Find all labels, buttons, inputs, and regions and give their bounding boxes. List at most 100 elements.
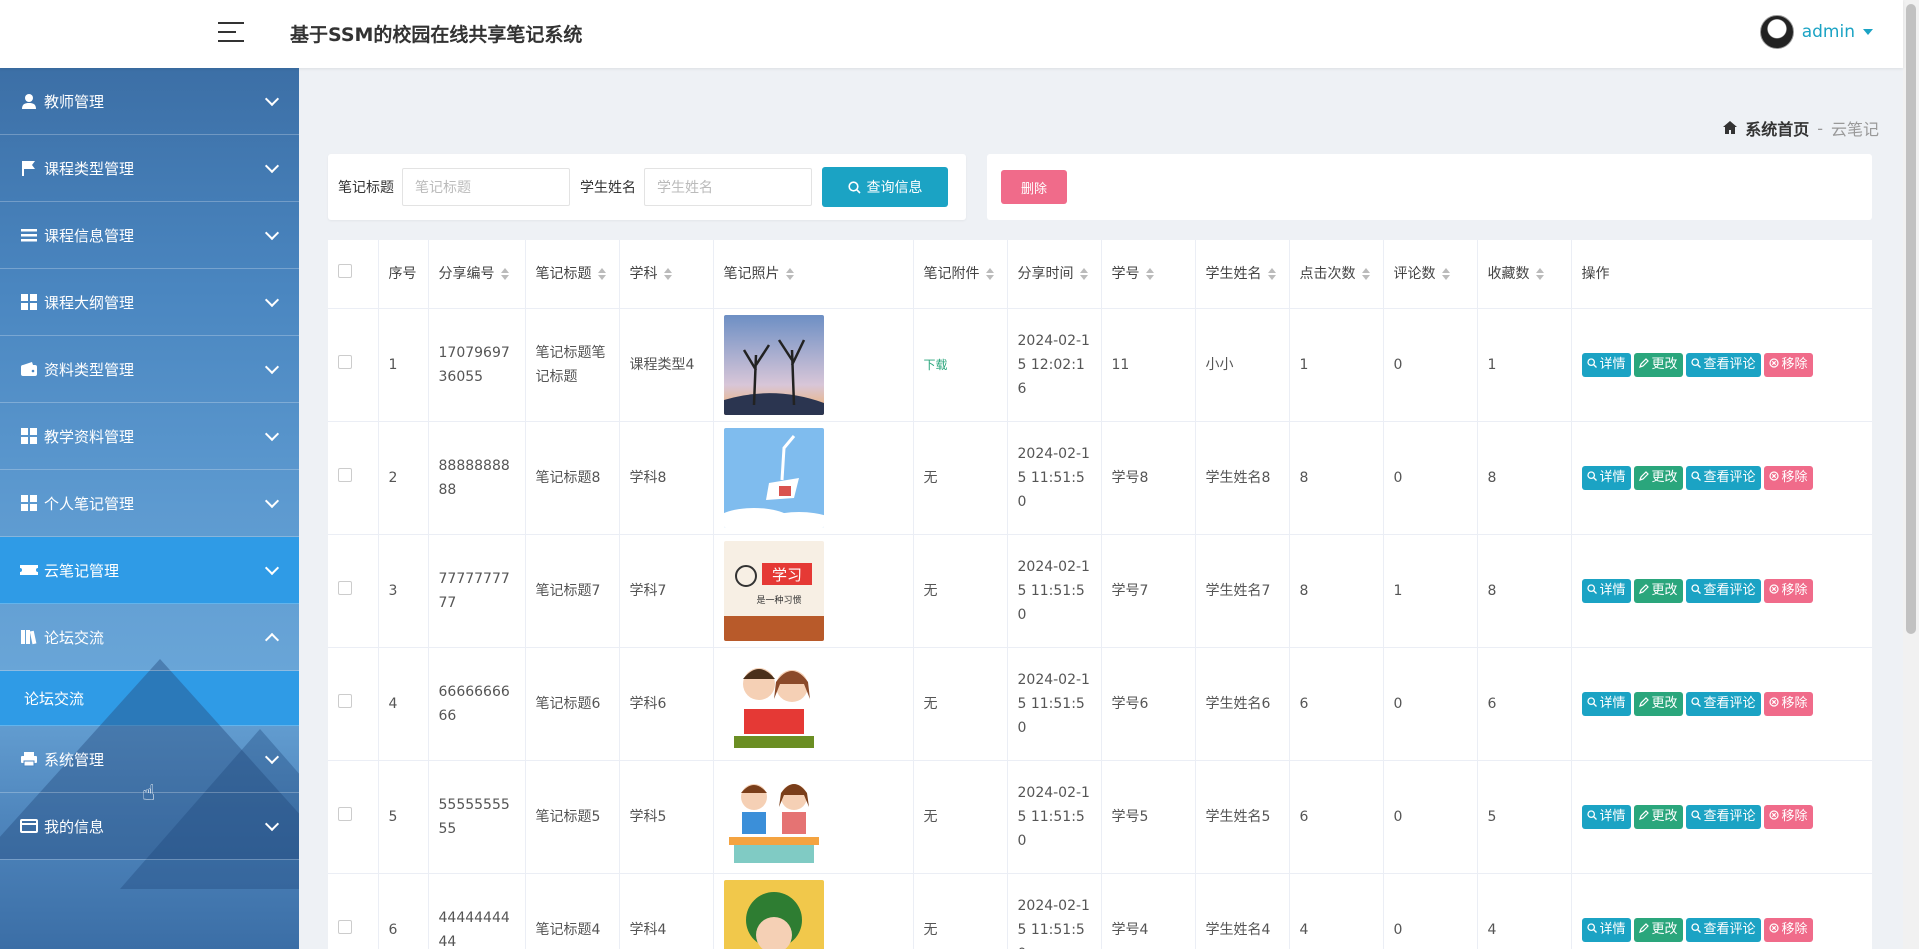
row-checkbox[interactable] [338, 581, 352, 595]
edit-button[interactable]: 更改 [1633, 353, 1683, 377]
col-header-student-id[interactable]: 学号 [1101, 240, 1196, 309]
col-header-subject[interactable]: 学科 [619, 240, 714, 309]
view-comments-button[interactable]: 查看评论 [1685, 692, 1761, 716]
sort-icon[interactable] [663, 268, 672, 280]
detail-button[interactable]: 详情 [1581, 466, 1631, 490]
action-panel: 删除 [987, 154, 1872, 220]
note-photo-image[interactable]: 学习 是一种习惯 [723, 541, 903, 641]
cell-attachment: 无 [913, 534, 1008, 648]
cell-index: 2 [378, 421, 429, 535]
col-header-photo[interactable]: 笔记照片 [713, 240, 914, 309]
cell-operations: 详情 更改 查看评论 移除 [1571, 421, 1872, 535]
detail-button[interactable]: 详情 [1581, 692, 1631, 716]
name-search-input[interactable] [644, 168, 812, 206]
sort-icon[interactable] [500, 268, 509, 280]
sort-icon[interactable] [1361, 268, 1370, 280]
delete-button[interactable]: 删除 [1001, 170, 1067, 204]
row-checkbox[interactable] [338, 920, 352, 934]
cell-favorites: 8 [1477, 534, 1572, 648]
sidebar-item-course-info[interactable]: 课程信息管理 [0, 202, 299, 269]
cell-title: 笔记标题8 [525, 421, 620, 535]
sidebar-item-label: 论坛交流 [44, 628, 105, 647]
cell-photo [713, 421, 914, 535]
close-circle-icon [1768, 579, 1779, 603]
sort-icon[interactable] [1441, 268, 1450, 280]
top-header: 基于SSM的校园在线共享笔记系统 admin [0, 0, 1903, 68]
remove-button[interactable]: 移除 [1763, 918, 1813, 942]
cell-code: 4444444444 [428, 873, 526, 949]
edit-button[interactable]: 更改 [1633, 805, 1683, 829]
caret-down-icon [1863, 29, 1873, 35]
col-header-time[interactable]: 分享时间 [1007, 240, 1102, 309]
row-checkbox[interactable] [338, 694, 352, 708]
cell-attachment: 无 [913, 421, 1008, 535]
col-header-code[interactable]: 分享编号 [428, 240, 526, 309]
note-photo-image[interactable] [723, 767, 903, 867]
close-circle-icon [1768, 466, 1779, 490]
row-checkbox[interactable] [338, 468, 352, 482]
cell-operations: 详情 更改 查看评论 移除 [1571, 873, 1872, 949]
sidebar-item-course-type[interactable]: 课程类型管理 [0, 135, 299, 202]
edit-button[interactable]: 更改 [1633, 579, 1683, 603]
remove-button[interactable]: 移除 [1763, 579, 1813, 603]
row-checkbox[interactable] [338, 807, 352, 821]
note-photo-image[interactable] [723, 654, 903, 754]
select-all-checkbox[interactable] [338, 264, 352, 278]
close-circle-icon [1768, 805, 1779, 829]
sidebar-item-material-type[interactable]: 资料类型管理 [0, 336, 299, 403]
note-photo-image[interactable] [723, 880, 903, 949]
search-button[interactable]: 查询信息 [822, 167, 948, 207]
remove-button[interactable]: 移除 [1763, 353, 1813, 377]
detail-button[interactable]: 详情 [1581, 918, 1631, 942]
note-photo-image[interactable] [723, 428, 903, 528]
view-comments-button[interactable]: 查看评论 [1685, 918, 1761, 942]
sidebar-item-syllabus[interactable]: 课程大纲管理 [0, 269, 299, 336]
sort-icon[interactable] [1535, 268, 1544, 280]
download-link[interactable]: 下载 [924, 358, 948, 372]
grid-icon [20, 427, 38, 445]
sort-icon[interactable] [597, 268, 606, 280]
view-comments-button[interactable]: 查看评论 [1685, 466, 1761, 490]
detail-button[interactable]: 详情 [1581, 805, 1631, 829]
title-search-input[interactable] [402, 168, 570, 206]
sidebar-item-personal-notes[interactable]: 个人笔记管理 [0, 470, 299, 537]
sidebar-item-teacher[interactable]: 教师管理 [0, 68, 299, 135]
remove-button[interactable]: 移除 [1763, 466, 1813, 490]
breadcrumb-home[interactable]: 系统首页 [1745, 116, 1809, 140]
col-header-clicks[interactable]: 点击次数 [1289, 240, 1384, 309]
view-comments-button[interactable]: 查看评论 [1685, 353, 1761, 377]
sort-icon[interactable] [1267, 268, 1276, 280]
col-header-attachment[interactable]: 笔记附件 [913, 240, 1008, 309]
sort-icon[interactable] [1145, 268, 1154, 280]
remove-button[interactable]: 移除 [1763, 692, 1813, 716]
view-comments-button[interactable]: 查看评论 [1685, 579, 1761, 603]
sidebar-item-cloud-notes[interactable]: 云笔记管理 [0, 537, 299, 604]
mouse-pointer-icon: ☝ [142, 781, 156, 806]
sort-icon[interactable] [1079, 268, 1088, 280]
view-comments-button[interactable]: 查看评论 [1685, 805, 1761, 829]
col-header-favorites[interactable]: 收藏数 [1477, 240, 1572, 309]
user-menu[interactable]: admin [1759, 15, 1873, 49]
sort-icon[interactable] [785, 268, 794, 280]
col-header-comments[interactable]: 评论数 [1383, 240, 1478, 309]
row-checkbox[interactable] [338, 355, 352, 369]
cell-operations: 详情 更改 查看评论 移除 [1571, 760, 1872, 874]
avatar [1759, 15, 1794, 49]
col-header-student-name[interactable]: 学生姓名 [1195, 240, 1290, 309]
page-scrollbar[interactable] [1903, 0, 1919, 949]
menu-toggle-icon[interactable] [218, 22, 244, 46]
detail-button[interactable]: 详情 [1581, 579, 1631, 603]
remove-button[interactable]: 移除 [1763, 805, 1813, 829]
cell-index: 4 [378, 647, 429, 761]
sort-icon[interactable] [985, 268, 994, 280]
sidebar-item-label: 云笔记管理 [44, 561, 120, 580]
detail-button[interactable]: 详情 [1581, 353, 1631, 377]
edit-button[interactable]: 更改 [1633, 692, 1683, 716]
sidebar-item-forum[interactable]: 论坛交流 [0, 604, 299, 671]
note-photo-image[interactable] [723, 315, 903, 415]
edit-button[interactable]: 更改 [1633, 466, 1683, 490]
col-header-title[interactable]: 笔记标题 [525, 240, 620, 309]
edit-button[interactable]: 更改 [1633, 918, 1683, 942]
sidebar-item-teaching-material[interactable]: 教学资料管理 [0, 403, 299, 470]
scrollbar-thumb[interactable] [1906, 4, 1916, 634]
